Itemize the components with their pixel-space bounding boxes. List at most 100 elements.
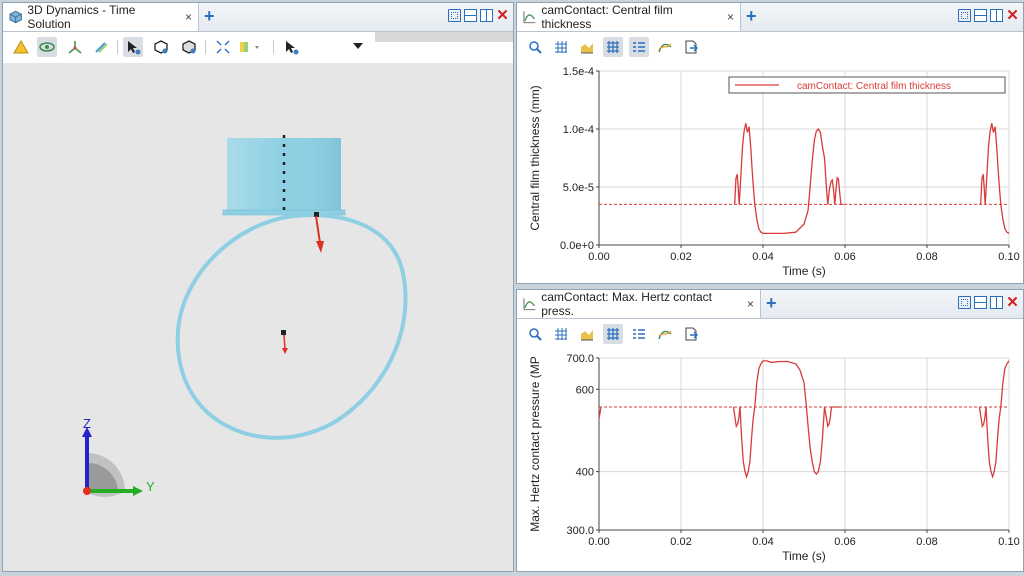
axes-triad-icon[interactable]: [65, 37, 85, 57]
area-plot-icon[interactable]: [577, 324, 597, 344]
axis-z-label: Z: [83, 416, 91, 431]
area-plot-icon[interactable]: [577, 37, 597, 57]
x-tick-label: 0.06: [834, 536, 855, 548]
eye-view-icon[interactable]: [37, 37, 57, 57]
zoom-fit-icon[interactable]: [525, 37, 545, 57]
tab-title: camContact: Max. Hertz contact press.: [541, 290, 712, 318]
cam-profile: [175, 213, 408, 440]
chart-area[interactable]: 0.00 0.02 0.04 0.06 0.08 0.10 300.0 400 600 700.0…: [517, 348, 1023, 571]
warning-shade-icon[interactable]: [11, 37, 31, 57]
chart-toolbar: [517, 319, 1023, 349]
major-grid-icon[interactable]: [603, 324, 623, 344]
window-controls: ✕: [958, 8, 1019, 23]
x-tick-label: 0.00: [588, 251, 609, 263]
tab-central-film-thickness[interactable]: camContact: Central film thickness ×: [517, 3, 741, 31]
x-tick-label: 0.02: [670, 536, 691, 548]
toolbar-overflow-area: [375, 32, 513, 42]
y-tick-label: 1.0e-4: [563, 124, 594, 136]
3d-viewport[interactable]: Z Y: [3, 63, 513, 571]
x-axis-label: Time (s): [782, 549, 826, 563]
chart-area[interactable]: 0.00 0.02 0.04 0.06 0.08 0.10 0.0e+0 5.0e-5 1.0e…: [517, 61, 1023, 283]
split-vertical-icon[interactable]: [480, 9, 493, 22]
axis-y-label: Y: [146, 479, 155, 494]
toolbar-separator: [273, 40, 274, 54]
add-tab-button[interactable]: +: [746, 6, 757, 26]
vector-display-icon[interactable]: [91, 37, 111, 57]
close-tab-button[interactable]: ×: [747, 297, 754, 311]
x-tick-label: 0.02: [670, 251, 691, 263]
dynamics-tab-bar: 3D Dynamics - Time Solution × + ✕: [3, 3, 513, 32]
y-tick-label: 600: [576, 384, 594, 396]
split-horizontal-icon[interactable]: [974, 296, 987, 309]
chart-icon: [523, 11, 536, 24]
toolbar-separator: [117, 40, 118, 54]
chart-toolbar: [517, 32, 1023, 62]
maximize-icon[interactable]: [958, 296, 971, 309]
y-tick-label: 0.0e+0: [560, 240, 594, 252]
split-horizontal-icon[interactable]: [974, 9, 987, 22]
split-vertical-icon[interactable]: [990, 296, 1003, 309]
fit-view-icon[interactable]: [213, 37, 233, 57]
add-tab-button[interactable]: +: [766, 293, 777, 313]
legend-icon[interactable]: [629, 37, 649, 57]
zoom-fit-icon[interactable]: [525, 324, 545, 344]
x-axis-label: Time (s): [782, 264, 826, 278]
tab-max-hertz-pressure[interactable]: camContact: Max. Hertz contact press. ×: [517, 290, 761, 318]
y-tick-label: 400: [576, 467, 594, 479]
view-options-dropdown-icon[interactable]: [353, 43, 363, 49]
maximize-icon[interactable]: [958, 9, 971, 22]
maximize-icon[interactable]: [448, 9, 461, 22]
close-tab-button[interactable]: ×: [727, 10, 734, 24]
split-horizontal-icon[interactable]: [464, 9, 477, 22]
chart-icon: [523, 298, 536, 311]
series-line: [732, 360, 841, 479]
grid-icon[interactable]: [551, 37, 571, 57]
y-axis-label: Central film thickness (mm): [528, 85, 542, 230]
cam-center-marker: [281, 330, 288, 354]
grid-icon[interactable]: [551, 324, 571, 344]
select-pointer-icon[interactable]: [123, 37, 143, 57]
export-icon[interactable]: [681, 324, 701, 344]
film-thickness-chart[interactable]: 0.00 0.02 0.04 0.06 0.08 0.10 0.0e+0 5.0e-5 1.0e…: [517, 61, 1024, 284]
legend-label: camContact: Central film thickness: [797, 81, 951, 92]
y-tick-label: 300.0: [566, 525, 594, 537]
tab-3d-dynamics[interactable]: 3D Dynamics - Time Solution ×: [3, 3, 199, 31]
y-tick-label: 700.0: [566, 353, 594, 365]
curve-style-icon[interactable]: [655, 37, 675, 57]
color-map-dropdown-icon[interactable]: [235, 37, 267, 57]
toolbar-separator: [205, 40, 206, 54]
window-controls: ✕: [448, 8, 509, 23]
split-vertical-icon[interactable]: [990, 9, 1003, 22]
legend-icon[interactable]: [629, 324, 649, 344]
hertz-pressure-pane: camContact: Max. Hertz contact press. × …: [516, 289, 1024, 572]
close-view-icon[interactable]: ✕: [1006, 295, 1019, 310]
curve-style-icon[interactable]: [655, 324, 675, 344]
scene-graphic: Z Y: [82, 135, 408, 497]
series-line: [734, 123, 844, 235]
x-tick-label: 0.06: [834, 251, 855, 263]
select-body-icon[interactable]: [151, 37, 171, 57]
film-thickness-tab-bar: camContact: Central film thickness × + ✕: [517, 3, 1023, 32]
cube-icon: [9, 10, 22, 24]
close-tab-button[interactable]: ×: [185, 10, 192, 24]
x-tick-label: 0.10: [998, 251, 1019, 263]
dynamics-3d-pane: 3D Dynamics - Time Solution × + ✕ Z Y: [2, 2, 514, 572]
film-thickness-pane: camContact: Central film thickness × + ✕…: [516, 2, 1024, 284]
window-controls: ✕: [958, 295, 1019, 310]
tab-title: camContact: Central film thickness: [541, 3, 673, 31]
probe-pointer-icon[interactable]: [281, 37, 301, 57]
contact-force-arrow: [314, 212, 324, 253]
hertz-pressure-chart[interactable]: 0.00 0.02 0.04 0.06 0.08 0.10 300.0 400 600 700.0…: [517, 348, 1024, 572]
close-view-icon[interactable]: ✕: [1006, 8, 1019, 23]
major-grid-icon[interactable]: [603, 37, 623, 57]
export-icon[interactable]: [681, 37, 701, 57]
select-component-icon[interactable]: [179, 37, 199, 57]
series-line-repeat: [978, 360, 1009, 479]
series-line-repeat: [980, 123, 1009, 235]
add-tab-button[interactable]: +: [204, 6, 215, 26]
hertz-pressure-tab-bar: camContact: Max. Hertz contact press. × …: [517, 290, 1023, 319]
dynamics-toolbar: [3, 32, 513, 62]
close-view-icon[interactable]: ✕: [496, 8, 509, 23]
x-tick-label: 0.08: [916, 536, 937, 548]
tab-title: 3D Dynamics - Time Solution: [27, 3, 136, 31]
